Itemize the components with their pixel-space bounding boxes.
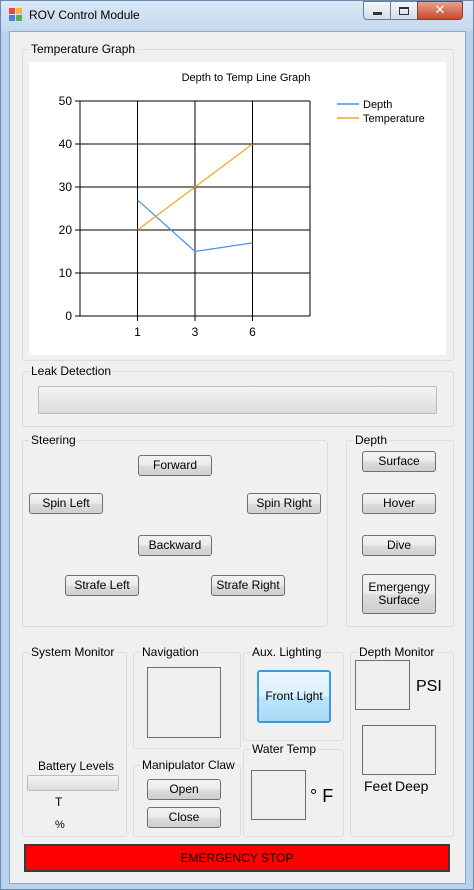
legend-label-depth: Depth [363,99,392,111]
y-tick-label: 0 [65,309,72,323]
app-icon [9,8,23,22]
maximize-icon [399,6,409,15]
front-light-button[interactable]: Front Light [257,670,331,723]
group-label: Aux. Lighting [250,645,324,659]
surface-button[interactable]: Surface [362,451,436,472]
depth-temp-chart: Depth to Temp Line Graph 0 10 20 30 40 50 1 3 6 De… [29,62,446,355]
group-label: System Monitor [29,645,117,659]
navigation-display [147,667,221,738]
temperature-t-label: T [55,795,63,809]
spin-left-button[interactable]: Spin Left [29,493,103,514]
strafe-right-button[interactable]: Strafe Right [211,575,285,596]
backward-button[interactable]: Backward [138,535,212,556]
y-tick-label: 50 [59,94,73,108]
y-tick-label: 30 [59,180,73,194]
group-label: Temperature Graph [29,42,138,56]
group-label: Water Temp [250,742,319,756]
group-label: Leak Detection [29,364,114,378]
chart-title: Depth to Temp Line Graph [182,72,311,84]
client-area: Temperature Graph Depth to Temp Line Gra… [9,31,466,884]
group-label: Navigation [140,645,201,659]
emergency-stop-button[interactable]: EMERGENCY STOP [24,844,450,872]
strafe-left-button[interactable]: Strafe Left [65,575,139,596]
claw-open-button[interactable]: Open [147,779,221,800]
hover-button[interactable]: Hover [362,493,436,514]
close-icon: ✕ [434,3,446,18]
battery-levels-label: Battery Levels [38,759,115,773]
water-temp-unit: ° F [310,786,334,806]
close-button[interactable]: ✕ [417,1,463,20]
legend-label-temperature: Temperature [363,113,425,125]
emergency-surface-button[interactable]: Emergengy Surface [362,574,436,614]
app-window: ROV Control Module ✕ Temperature Graph D… [0,0,474,890]
maximize-button[interactable] [390,1,418,20]
deep-label: Deep [395,778,429,794]
x-tick-label: 3 [192,325,199,339]
spin-right-button[interactable]: Spin Right [247,493,321,514]
title-bar[interactable]: ROV Control Module ✕ [1,1,473,31]
water-temp-display [251,770,306,820]
minimize-icon [372,12,382,15]
claw-close-button[interactable]: Close [147,807,221,828]
emergency-surface-label-line2: Surface [378,593,420,607]
leak-detection-bar [38,386,437,414]
group-label: Steering [29,433,78,447]
battery-level-bar [27,775,119,791]
x-tick-label: 1 [134,325,141,339]
y-tick-label: 40 [59,137,73,151]
pressure-display [355,660,410,710]
depth-display [362,725,436,775]
dive-button[interactable]: Dive [362,535,436,556]
psi-label: PSI [416,678,442,695]
feet-label: Feet [364,778,393,794]
forward-button[interactable]: Forward [138,455,212,476]
system-monitor-group: System Monitor [22,645,127,837]
y-tick-label: 10 [59,266,73,280]
y-tick-label: 20 [59,223,73,237]
group-label: Depth Monitor [357,645,437,659]
minimize-button[interactable] [363,1,391,20]
chart-svg: Depth to Temp Line Graph 0 10 20 30 40 50 1 3 6 De… [59,72,425,339]
battery-percent-label: % [55,819,65,831]
group-label: Depth [353,433,390,447]
x-tick-label: 6 [249,325,256,339]
group-label: Manipulator Claw [140,758,237,772]
window-title: ROV Control Module [29,8,140,22]
